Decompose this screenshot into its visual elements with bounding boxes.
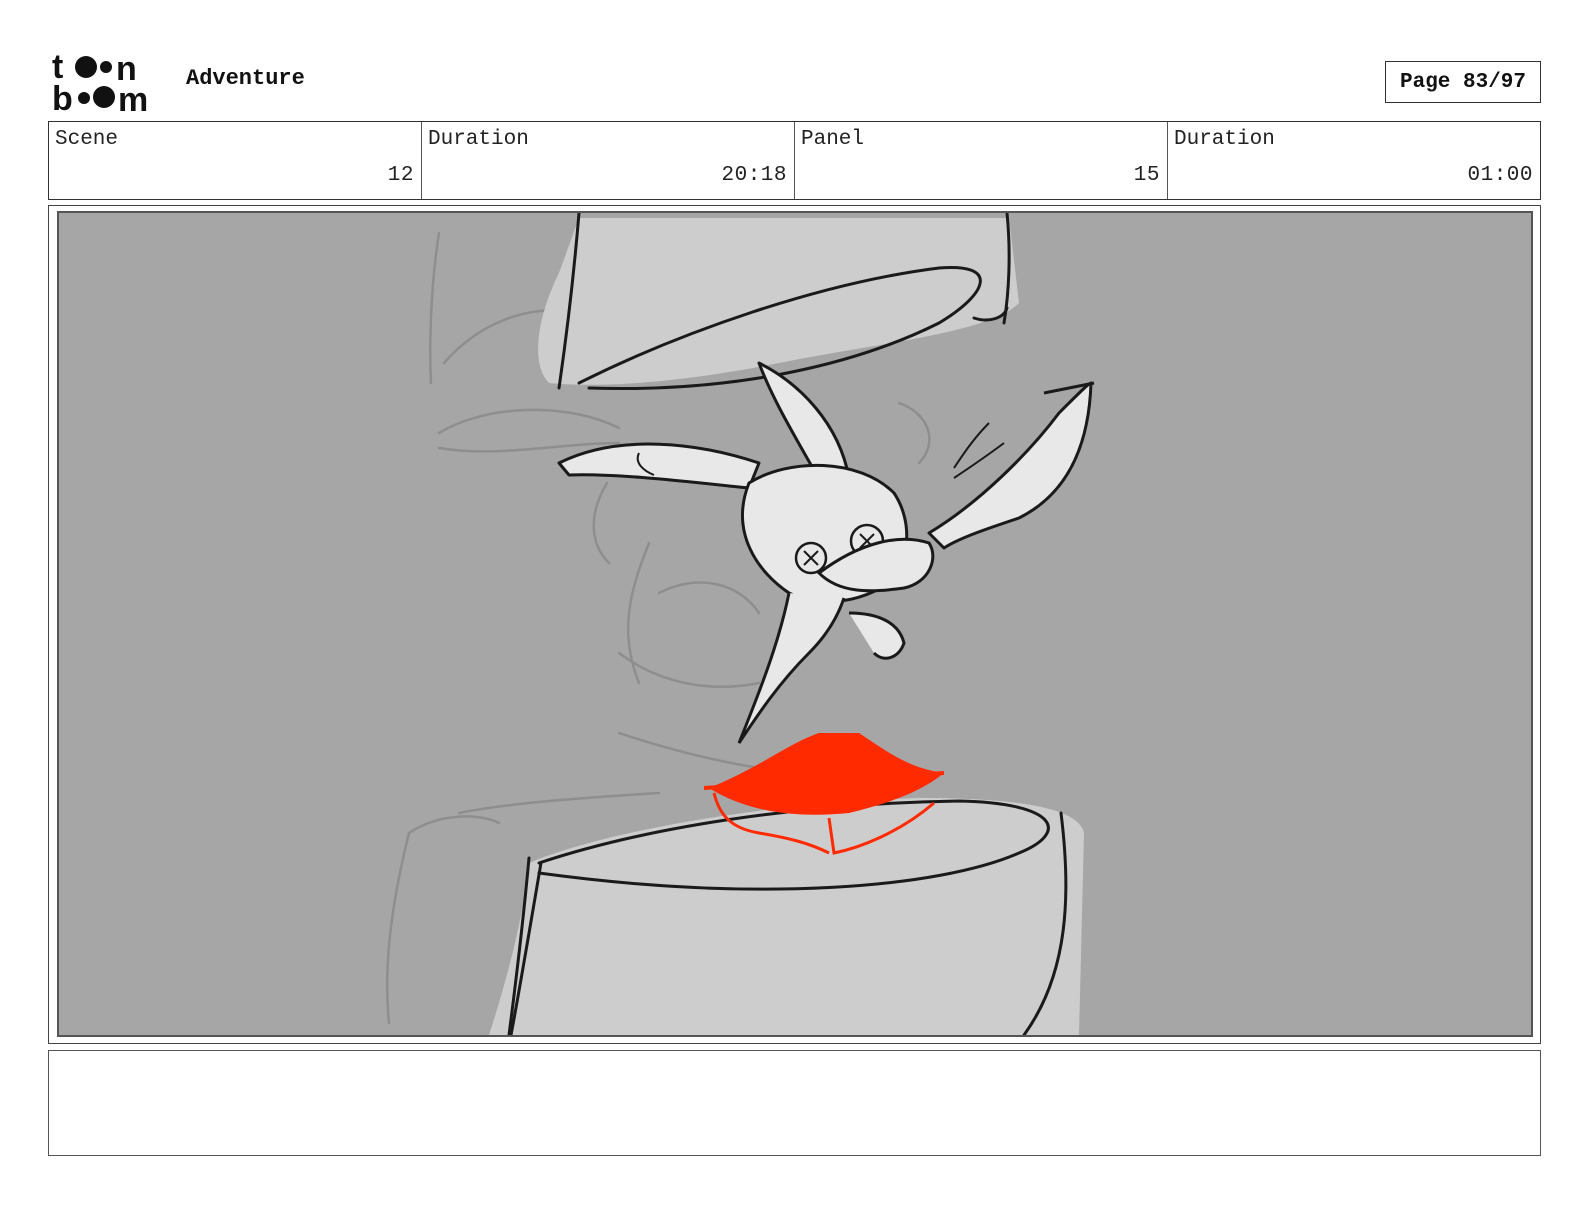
scene-duration-value: 20:18: [721, 164, 787, 187]
storyboard-panel-image: [57, 211, 1533, 1037]
toonboom-logo: t n b m: [52, 48, 164, 119]
panel-duration-value: 01:00: [1467, 164, 1533, 187]
page-indicator: Page 83/97: [1385, 61, 1541, 103]
svg-text:b: b: [52, 80, 73, 112]
scene-duration-label: Duration: [428, 128, 529, 151]
scene-duration-cell: Duration 20:18: [422, 122, 795, 199]
panel-duration-cell: Duration 01:00: [1168, 122, 1540, 199]
panel-label: Panel: [801, 128, 865, 151]
panel-value: 15: [1133, 164, 1160, 187]
panel-notes-box: [48, 1050, 1541, 1156]
scene-cell: Scene 12: [49, 122, 422, 199]
scene-label: Scene: [55, 128, 119, 151]
page-label: Page 83/97: [1399, 70, 1527, 94]
project-title: Adventure: [186, 66, 305, 91]
storyboard-panel-frame: [48, 205, 1541, 1044]
panel-cell: Panel 15: [795, 122, 1168, 199]
panel-sketch: [59, 213, 1531, 1035]
scene-value: 12: [387, 164, 414, 187]
svg-text:m: m: [118, 81, 148, 112]
scene-info-table: Scene 12 Duration 20:18 Panel 15 Duratio…: [48, 121, 1541, 200]
panel-duration-label: Duration: [1174, 128, 1275, 151]
